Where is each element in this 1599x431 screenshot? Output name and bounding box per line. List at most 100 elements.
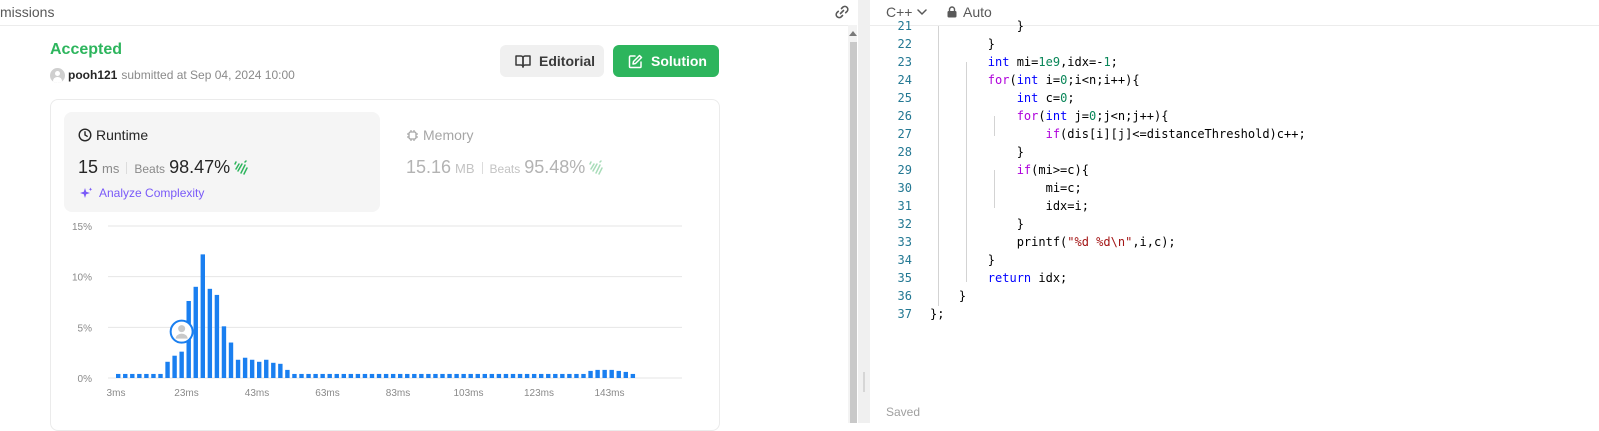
histogram-bar[interactable]: [165, 361, 170, 378]
code-text[interactable]: };: [930, 305, 944, 323]
link-icon[interactable]: [833, 3, 851, 21]
code-line[interactable]: 28 }: [870, 143, 1599, 161]
histogram-bar[interactable]: [496, 373, 502, 378]
code-text[interactable]: }: [930, 215, 1024, 233]
histogram-bar[interactable]: [426, 373, 431, 378]
histogram-bar[interactable]: [271, 362, 276, 378]
histogram-bar[interactable]: [172, 355, 177, 378]
histogram-bar[interactable]: [299, 373, 304, 378]
histogram-bar[interactable]: [221, 326, 227, 378]
histogram-bar[interactable]: [151, 373, 156, 378]
histogram-bar[interactable]: [306, 373, 311, 378]
code-text[interactable]: int mi=1e9,idx=-1;: [930, 53, 1118, 71]
username[interactable]: pooh121: [68, 68, 117, 82]
histogram-bar[interactable]: [257, 361, 262, 378]
code-line[interactable]: 21 }: [870, 17, 1599, 35]
histogram-bar[interactable]: [531, 373, 537, 378]
histogram-bar[interactable]: [179, 351, 184, 378]
histogram-bar[interactable]: [383, 373, 389, 378]
code-line[interactable]: 26 for(int j=0;j<n;j++){: [870, 107, 1599, 125]
left-scrollbar-thumb[interactable]: [850, 42, 857, 423]
code-line[interactable]: 22 }: [870, 35, 1599, 53]
code-text[interactable]: }: [930, 251, 995, 269]
solution-button[interactable]: Solution: [613, 45, 719, 77]
code-text[interactable]: }: [930, 17, 1024, 35]
histogram-bar[interactable]: [609, 369, 614, 378]
histogram-bar[interactable]: [228, 342, 234, 378]
code-line[interactable]: 24 for(int i=0;i<n;i++){: [870, 71, 1599, 89]
histogram-bar[interactable]: [567, 373, 572, 378]
code-text[interactable]: if(dis[i][j]<=distanceThreshold)c++;: [930, 125, 1306, 143]
histogram-bar[interactable]: [200, 254, 205, 378]
histogram-bar[interactable]: [517, 373, 523, 378]
histogram-bar[interactable]: [242, 357, 248, 378]
analyze-complexity-link[interactable]: Analyze Complexity: [80, 186, 204, 200]
histogram-bar[interactable]: [630, 373, 636, 378]
histogram-bar[interactable]: [539, 373, 544, 378]
histogram-bar[interactable]: [235, 359, 241, 378]
histogram-bar[interactable]: [390, 373, 396, 378]
histogram-bar[interactable]: [588, 370, 593, 378]
editorial-button[interactable]: Editorial: [500, 45, 604, 77]
histogram-bar[interactable]: [355, 373, 361, 378]
histogram-bar[interactable]: [412, 373, 417, 378]
code-text[interactable]: mi=c;: [930, 179, 1082, 197]
histogram-bar[interactable]: [362, 373, 368, 378]
divider-grip[interactable]: [863, 372, 865, 392]
histogram-bar[interactable]: [249, 359, 255, 378]
histogram-bar[interactable]: [503, 373, 509, 378]
histogram-bar[interactable]: [482, 373, 487, 378]
histogram-bar[interactable]: [158, 373, 163, 378]
your-submission-marker[interactable]: [169, 319, 194, 344]
histogram-bar[interactable]: [264, 359, 269, 378]
code-line[interactable]: 25 int c=0;: [870, 89, 1599, 107]
histogram-bar[interactable]: [313, 373, 318, 378]
histogram-bar[interactable]: [475, 373, 480, 378]
histogram-bar[interactable]: [454, 373, 459, 378]
code-line[interactable]: 34 }: [870, 251, 1599, 269]
histogram-bar[interactable]: [553, 373, 558, 378]
histogram-bar[interactable]: [116, 373, 121, 378]
histogram-bar[interactable]: [214, 294, 220, 378]
histogram-bar[interactable]: [405, 373, 410, 378]
histogram-bar[interactable]: [341, 373, 346, 378]
histogram-bar[interactable]: [440, 373, 445, 378]
histogram-bar[interactable]: [278, 363, 283, 378]
panel-divider[interactable]: [858, 0, 870, 423]
histogram-bar[interactable]: [193, 286, 198, 378]
tab-submissions[interactable]: missions: [0, 4, 54, 20]
histogram-bar[interactable]: [207, 288, 213, 378]
code-text[interactable]: return idx;: [930, 269, 1067, 287]
histogram-bar[interactable]: [560, 373, 565, 378]
code-line[interactable]: 29 if(mi>=c){: [870, 161, 1599, 179]
histogram-bar[interactable]: [574, 373, 579, 378]
histogram-bar[interactable]: [595, 369, 600, 378]
histogram-bar[interactable]: [137, 373, 142, 378]
code-line[interactable]: 27 if(dis[i][j]<=distanceThreshold)c++;: [870, 125, 1599, 143]
histogram-bar[interactable]: [320, 373, 325, 378]
histogram-bar[interactable]: [285, 369, 290, 378]
histogram-bar[interactable]: [348, 373, 354, 378]
histogram-bar[interactable]: [327, 373, 332, 378]
avatar[interactable]: [50, 67, 65, 83]
histogram-bar[interactable]: [419, 373, 424, 378]
code-line[interactable]: 33 printf("%d %d\n",i,c);: [870, 233, 1599, 251]
code-text[interactable]: idx=i;: [930, 197, 1089, 215]
code-text[interactable]: }: [930, 287, 966, 305]
histogram-bar[interactable]: [376, 373, 382, 378]
histogram-bar[interactable]: [398, 373, 403, 378]
code-text[interactable]: if(mi>=c){: [930, 161, 1089, 179]
code-text[interactable]: }: [930, 35, 995, 53]
histogram-bar[interactable]: [489, 373, 495, 378]
code-line[interactable]: 36 }: [870, 287, 1599, 305]
histogram-bar[interactable]: [123, 373, 128, 378]
memory-title[interactable]: Memory: [406, 127, 474, 143]
code-text[interactable]: }: [930, 143, 1024, 161]
histogram-bar[interactable]: [433, 373, 438, 378]
histogram-bar[interactable]: [130, 373, 135, 378]
code-editor[interactable]: 21 } 22 } 23 int mi=1e9,idx=-1; 24 for(int …: [870, 17, 1599, 323]
code-line[interactable]: 37};: [870, 305, 1599, 323]
histogram-bar[interactable]: [623, 371, 628, 378]
code-line[interactable]: 23 int mi=1e9,idx=-1;: [870, 53, 1599, 71]
histogram-bar[interactable]: [369, 373, 375, 378]
